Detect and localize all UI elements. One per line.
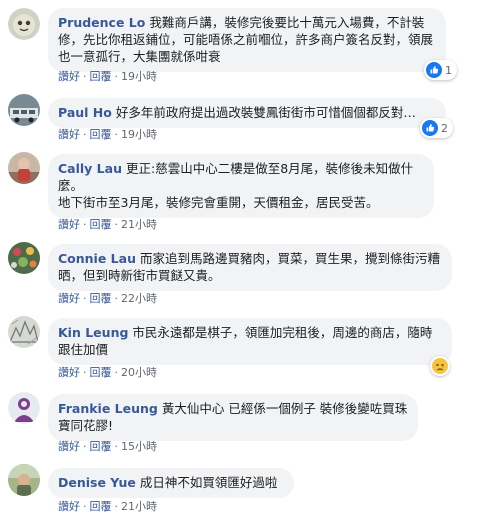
comment-time[interactable]: 19小時 — [121, 128, 157, 141]
reply-link[interactable]: 回覆 — [90, 70, 112, 83]
comment-bubble: Cally Lau 更正:慈雲山中心二樓是做至8月尾，裝修後未知做什麼。 地下街市… — [48, 154, 434, 218]
comment-text: 成日神不如買領匯好過啦 — [139, 475, 278, 490]
reaction-count[interactable]: 2 — [420, 118, 453, 138]
avatar[interactable] — [8, 392, 40, 424]
like-link[interactable]: 讚好 — [58, 440, 80, 453]
comment-bubble: Frankie Leung 黃大仙中心 已經係一個例子 裝修後變咗買珠寶同花膠! — [48, 394, 418, 441]
comment-actions: 讚好 · 回覆 · 22小時 — [58, 292, 157, 306]
like-icon — [422, 120, 438, 136]
separator: · — [114, 366, 119, 379]
comment-bubble: Prudence Lo 我難商戶講，裝修完後要比十萬元入場費，不計裝修，先比你租返… — [48, 8, 446, 72]
separator: · — [83, 292, 87, 305]
comment-actions: 讚好 · 回覆 · 15小時 — [58, 440, 157, 454]
like-link[interactable]: 讚好 — [58, 128, 80, 141]
avatar[interactable] — [8, 8, 40, 40]
comment-author[interactable]: Frankie Leung — [58, 401, 158, 416]
separator: · — [114, 440, 119, 453]
like-icon — [426, 62, 442, 78]
comment-time[interactable]: 19小時 — [121, 70, 157, 83]
separator: · — [83, 366, 87, 379]
comment-time[interactable]: 20小時 — [121, 366, 157, 379]
comment-bubble: Connie Lau 而家追到馬路邊買豬肉，買菜，買生果，攪到條街污糟晒，但到時新… — [48, 244, 452, 291]
comment-bubble: Denise Yue 成日神不如買領匯好過啦 — [48, 468, 294, 498]
reply-link[interactable]: 回覆 — [90, 500, 112, 513]
reaction-number: 1 — [445, 63, 452, 77]
avatar[interactable] — [8, 152, 40, 184]
comment-actions: 讚好 · 回覆 · 19小時 — [58, 128, 157, 142]
reply-link[interactable]: 回覆 — [90, 366, 112, 379]
avatar[interactable] — [8, 316, 40, 348]
reaction-number: 2 — [441, 121, 448, 135]
reply-link[interactable]: 回覆 — [90, 292, 112, 305]
comment-author[interactable]: Kin Leung — [58, 325, 128, 340]
comment-actions: 讚好 · 回覆 · 21小時 — [58, 218, 157, 232]
sad-face-icon — [432, 358, 448, 374]
comment-author[interactable]: Denise Yue — [58, 475, 136, 490]
avatar[interactable] — [8, 464, 40, 496]
separator: · — [114, 128, 119, 141]
separator: · — [83, 440, 87, 453]
comment-actions: 讚好 · 回覆 · 21小時 — [58, 500, 157, 514]
reply-link[interactable]: 回覆 — [90, 128, 112, 141]
comment-actions: 讚好 · 回覆 · 19小時 — [58, 70, 157, 84]
comment-author[interactable]: Paul Ho — [58, 105, 112, 120]
comment-actions: 讚好 · 回覆 · 20小時 — [58, 366, 157, 380]
comment-text: 好多年前政府提出過改裝雙鳳街街市可惜個個都反對… — [115, 105, 416, 120]
reply-link[interactable]: 回覆 — [90, 218, 112, 231]
separator: · — [114, 218, 119, 231]
comment-time[interactable]: 21小時 — [121, 500, 157, 513]
like-link[interactable]: 讚好 — [58, 500, 80, 513]
like-link[interactable]: 讚好 — [58, 366, 80, 379]
separator: · — [83, 70, 87, 83]
reaction-count[interactable]: 1 — [424, 60, 457, 80]
separator: · — [83, 218, 87, 231]
avatar[interactable] — [8, 94, 40, 126]
comment-bubble: Paul Ho 好多年前政府提出過改裝雙鳳街街市可惜個個都反對… — [48, 98, 446, 128]
reaction-count[interactable] — [430, 356, 450, 376]
comment-author[interactable]: Cally Lau — [58, 161, 122, 176]
separator: · — [114, 292, 119, 305]
avatar[interactable] — [8, 242, 40, 274]
separator: · — [83, 500, 87, 513]
reply-link[interactable]: 回覆 — [90, 440, 112, 453]
comment-time[interactable]: 15小時 — [121, 440, 157, 453]
separator: · — [83, 128, 87, 141]
comment-time[interactable]: 22小時 — [121, 292, 157, 305]
like-link[interactable]: 讚好 — [58, 70, 80, 83]
like-link[interactable]: 讚好 — [58, 292, 80, 305]
comment-author[interactable]: Connie Lau — [58, 251, 136, 266]
separator: · — [114, 70, 119, 83]
like-link[interactable]: 讚好 — [58, 218, 80, 231]
comment-author[interactable]: Prudence Lo — [58, 15, 145, 30]
comment-bubble: Kin Leung 市民永遠都是棋子，領匯加完租後，周邊的商店，隨時跟住加價 — [48, 318, 452, 365]
separator: · — [114, 500, 119, 513]
comment-time[interactable]: 21小時 — [121, 218, 157, 231]
